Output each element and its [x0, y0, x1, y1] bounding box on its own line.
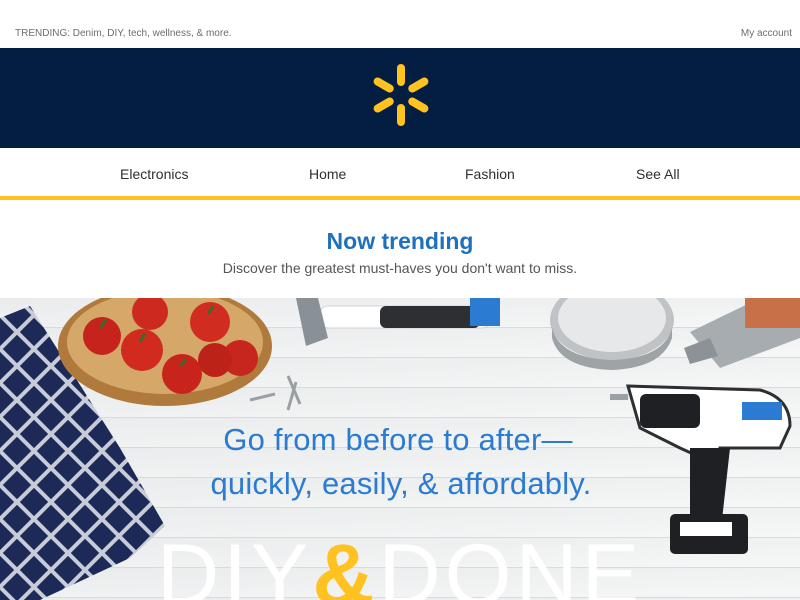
section-subtitle: Discover the greatest must-haves you don… — [222, 260, 578, 276]
hero-brand-right: DONE — [378, 527, 643, 600]
nav-item-see-all[interactable]: See All — [636, 166, 680, 182]
section-title: Now trending — [326, 228, 474, 254]
nav-item-electronics[interactable]: Electronics — [120, 166, 188, 182]
hero-headline-line2: quickly, easily, & affordably. — [210, 466, 592, 501]
hero-headline-line1: Go from before to after— — [223, 422, 573, 457]
top-bar: TRENDING: Denim, DIY, tech, wellness, & … — [0, 0, 800, 48]
hero-brand-wordmark: DIY&DONE — [0, 526, 800, 600]
my-account-link[interactable]: My account — [741, 28, 792, 39]
category-nav: Electronics Home Fashion See All — [0, 148, 800, 200]
nav-item-home[interactable]: Home — [309, 166, 346, 182]
spark-logo-icon[interactable] — [368, 62, 434, 128]
hero-brand-ampersand: & — [312, 527, 379, 600]
nav-item-fashion[interactable]: Fashion — [465, 166, 515, 182]
hero-brand-left: DIY — [157, 527, 313, 600]
brand-bar — [0, 48, 800, 148]
hero-banner[interactable]: Go from before to after— quickly, easily… — [0, 298, 800, 600]
trending-text: TRENDING: Denim, DIY, tech, wellness, & … — [15, 28, 232, 39]
